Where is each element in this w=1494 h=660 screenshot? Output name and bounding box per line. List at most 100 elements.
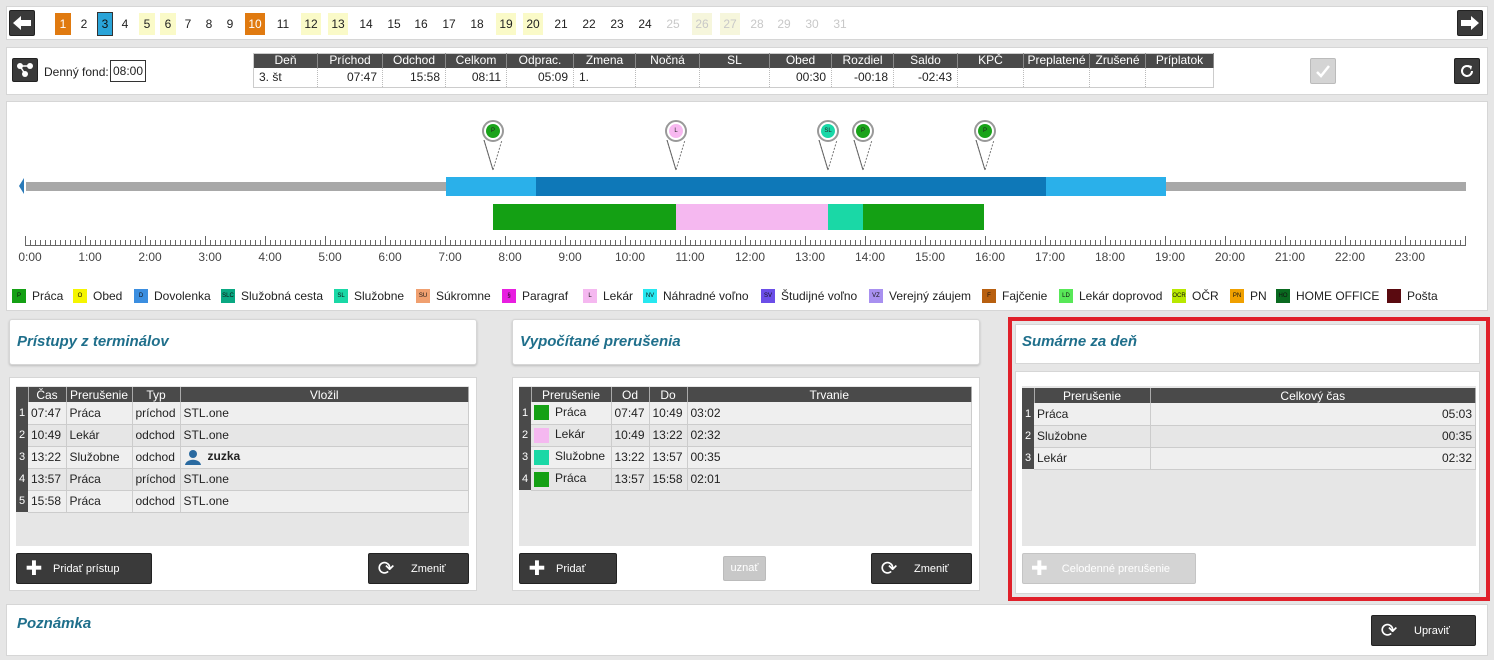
day-20[interactable]: 20 [523,13,543,35]
legend-label: Fajčenie [1002,289,1048,303]
cell-break: Práca [66,490,133,513]
cell-break: Služobne [531,446,612,469]
table-row[interactable]: 5 15:58 Práca odchod STL.one [16,490,469,513]
table-row[interactable]: 3 Lekár 02:32 [1022,447,1476,470]
day-30[interactable]: 30 [803,13,821,35]
hour-label: 1:00 [78,250,102,264]
day-16[interactable]: 16 [412,13,430,35]
cell-total: 02:32 [1150,447,1476,470]
day-22[interactable]: 22 [580,13,598,35]
pin-code: SL [821,124,835,138]
day-19[interactable]: 19 [496,13,516,35]
table-row[interactable]: 1 07:47 Práca príchod STL.one [16,402,469,425]
cell-to: 13:57 [649,446,688,469]
next-month-button[interactable] [1457,10,1483,36]
day-18[interactable]: 18 [468,13,486,35]
summary-cell-11 [957,67,1024,88]
approve-button[interactable]: uznať [723,556,766,581]
day-27[interactable]: 27 [720,13,740,35]
timeline-pin[interactable]: P [974,120,996,172]
day-2[interactable]: 2 [77,13,91,35]
day-12[interactable]: 12 [301,13,321,35]
day-21[interactable]: 21 [552,13,570,35]
cell-from: 13:22 [611,446,650,469]
day-5[interactable]: 5 [139,13,155,35]
day-23[interactable]: 23 [608,13,626,35]
legend-swatch: F [982,289,996,303]
day-29[interactable]: 29 [775,13,793,35]
pin-code: P [978,124,992,138]
table-row[interactable]: 3 13:22 Služobne odchod zuzka [16,446,469,469]
full-day-break-button[interactable]: ✚ Celodenné prerušenie [1022,553,1196,584]
legend-swatch: § [502,289,516,303]
day-28[interactable]: 28 [748,13,766,35]
table-row[interactable]: 2 Služobne 00:35 [1022,425,1476,448]
legend-item: § Paragraf [502,288,568,304]
break-color-swatch [534,471,549,487]
workflow-icon-button[interactable] [12,58,38,82]
summary-cell-3: 08:11 [445,67,507,88]
timeline-pin[interactable]: SL [817,120,839,172]
timeline-pin[interactable]: L [665,120,687,172]
day-9[interactable]: 9 [223,13,237,35]
day-8[interactable]: 8 [202,13,216,35]
daily-table: Prerušenie Celkový čas 1 Práca 05:03 2 Služob… [1022,388,1476,470]
legend-item: D Dovolenka [134,288,211,304]
day-4[interactable]: 4 [118,13,132,35]
col-time: Čas [28,387,67,402]
day-13[interactable]: 13 [328,13,348,35]
cell-break: Služobne [1034,425,1151,448]
day-26[interactable]: 26 [692,13,712,35]
legend-swatch: LD [1059,289,1073,303]
change-break-button[interactable]: ⟳ Zmeniť [871,553,972,584]
day-10[interactable]: 10 [245,13,265,35]
daily-fund-value[interactable]: 08:00 [110,60,146,82]
summary-col-8: Obed [769,53,832,68]
table-row[interactable]: 3 Služobne 13:22 13:57 00:35 [519,446,972,469]
ruler-line [25,245,1466,246]
day-14[interactable]: 14 [357,13,375,35]
add-access-button[interactable]: ✚ Pridať prístup [16,553,152,584]
break-color-swatch [534,449,549,465]
edit-note-button[interactable]: ⟳ Upraviť [1371,615,1476,646]
day-25[interactable]: 25 [664,13,682,35]
day-1[interactable]: 1 [55,13,71,35]
table-row[interactable]: 1 Práca 05:03 [1022,403,1476,426]
hour-label: 8:00 [498,250,522,264]
cell-time: 13:57 [28,468,67,491]
add-break-button[interactable]: ✚ Pridať [519,553,617,584]
confirm-button[interactable] [1310,58,1336,84]
day-15[interactable]: 15 [385,13,403,35]
change-access-button[interactable]: ⟳ Zmeniť [368,553,469,584]
prev-month-button[interactable] [9,10,35,36]
cell-type: odchod [132,446,181,469]
day-3[interactable]: 3 [97,12,113,36]
day-31[interactable]: 31 [831,13,849,35]
table-row[interactable]: 1 Práca 07:47 10:49 03:02 [519,402,972,425]
breaks-title: Vypočítané prerušenia [520,333,681,350]
day-11[interactable]: 11 [275,13,291,35]
day-17[interactable]: 17 [440,13,458,35]
hour-label: 2:00 [138,250,162,264]
legend-swatch: L [583,289,597,303]
cell-break: Práca [1034,403,1151,426]
add-break-label: Pridať [556,562,586,575]
cell-break: Práca [66,402,133,425]
table-row[interactable]: 4 13:57 Práca príchod STL.one [16,468,469,491]
cell-break: Práca [66,468,133,491]
hour-label: 13:00 [794,250,826,264]
refresh-button[interactable] [1454,58,1480,84]
legend-label: Študijné voľno [781,289,858,303]
legend-label: HOME OFFICE [1296,289,1380,303]
daily-fund-label: Denný fond: [44,65,109,79]
day-7[interactable]: 7 [181,13,195,35]
table-row[interactable]: 4 Práca 13:57 15:58 02:01 [519,468,972,491]
table-row[interactable]: 2 Lekár 10:49 13:22 02:32 [519,424,972,447]
timeline-pin[interactable]: P [852,120,874,172]
row-number: 1 [1022,403,1034,425]
timeline-pin[interactable]: P [482,120,504,172]
day-6[interactable]: 6 [160,13,176,35]
day-24[interactable]: 24 [636,13,654,35]
hour-label: 7:00 [438,250,462,264]
table-row[interactable]: 2 10:49 Lekár odchod STL.one [16,424,469,447]
